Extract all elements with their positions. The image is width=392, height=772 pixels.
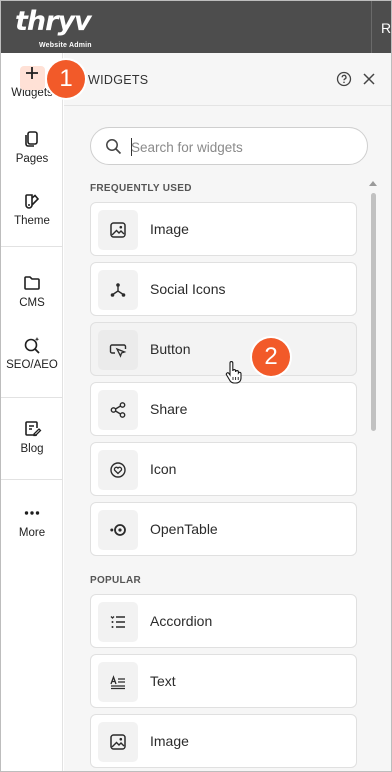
widget-icon-box bbox=[98, 510, 138, 550]
widget-icon-box bbox=[98, 662, 138, 702]
widget-label: Button bbox=[150, 341, 191, 357]
rail-item-theme[interactable]: Theme bbox=[1, 191, 63, 227]
widget-icon-box bbox=[98, 210, 138, 250]
social-icons-icon bbox=[110, 283, 126, 297]
rail-item-blog[interactable]: Blog bbox=[1, 419, 63, 455]
header-divider bbox=[64, 105, 391, 106]
folder-icon bbox=[24, 276, 40, 290]
thryv-logo[interactable]: thryv Website Admin bbox=[15, 6, 95, 50]
section-label-popular: POPULAR bbox=[90, 575, 141, 586]
opentable-icon bbox=[110, 524, 126, 536]
hand-cursor-icon bbox=[225, 361, 242, 384]
widget-icon-box bbox=[98, 602, 138, 642]
close-icon[interactable] bbox=[361, 71, 377, 87]
widget-icon-box bbox=[98, 330, 138, 370]
logo-wordmark: thryv bbox=[15, 6, 92, 37]
widget-label: Image bbox=[150, 733, 189, 749]
rail-label-pages: Pages bbox=[15, 153, 49, 165]
widget-label: OpenTable bbox=[150, 521, 218, 537]
widget-social-icons[interactable]: Social Icons bbox=[90, 262, 357, 316]
rail-divider bbox=[1, 246, 63, 247]
widget-icon-box bbox=[98, 722, 138, 762]
step-badge-2: 2 bbox=[252, 338, 290, 376]
seo-icon bbox=[24, 337, 40, 354]
widget-accordion[interactable]: Accordion bbox=[90, 594, 357, 648]
widget-label: Social Icons bbox=[150, 281, 226, 297]
rail-divider bbox=[1, 479, 63, 480]
section-label-frequently-used: FREQUENTLY USED bbox=[90, 183, 192, 194]
widget-label: Share bbox=[150, 401, 188, 417]
rail-label-seo: SEO/AEO bbox=[6, 359, 58, 371]
widget-image[interactable]: Image bbox=[90, 714, 357, 768]
app-window: thryv Website Admin Ro Widgets Pages bbox=[0, 0, 392, 772]
search-box[interactable] bbox=[90, 127, 368, 165]
widgets-panel: WIDGETS FREQUENTLY USED bbox=[64, 53, 391, 771]
image-icon bbox=[110, 222, 126, 238]
widget-text[interactable]: Text bbox=[90, 654, 357, 708]
blog-icon bbox=[25, 421, 42, 437]
top-bar: thryv Website Admin Ro bbox=[1, 1, 391, 53]
widget-icon-box bbox=[98, 390, 138, 430]
step-badge-1: 1 bbox=[47, 60, 85, 98]
theme-icon bbox=[25, 194, 40, 209]
left-rail: Widgets Pages Theme CMS SEO/AEO Blog Mor… bbox=[1, 53, 63, 771]
rail-item-seo[interactable]: SEO/AEO bbox=[1, 335, 63, 371]
panel-title: WIDGETS bbox=[88, 73, 149, 87]
search-input[interactable] bbox=[131, 135, 351, 159]
widget-icon[interactable]: Icon bbox=[90, 442, 357, 496]
widget-button[interactable]: Button bbox=[90, 322, 357, 376]
widget-label: Accordion bbox=[150, 613, 213, 629]
widget-icon-box bbox=[98, 270, 138, 310]
heart-circle-icon bbox=[110, 462, 126, 478]
text-caret bbox=[131, 138, 132, 156]
button-icon bbox=[109, 344, 127, 358]
rail-label-cms: CMS bbox=[19, 297, 45, 309]
more-icon bbox=[24, 511, 40, 515]
widget-label: Image bbox=[150, 221, 189, 237]
rail-label-blog: Blog bbox=[20, 443, 44, 455]
accordion-icon bbox=[110, 616, 125, 628]
rail-item-pages[interactable]: Pages bbox=[1, 129, 63, 165]
widget-icon-box bbox=[98, 450, 138, 490]
plus-icon bbox=[26, 67, 38, 79]
widget-opentable[interactable]: OpenTable bbox=[90, 502, 357, 556]
pages-icon bbox=[25, 131, 38, 147]
panel-header: WIDGETS bbox=[64, 53, 391, 105]
rail-label-theme: Theme bbox=[14, 215, 50, 227]
image-icon bbox=[110, 734, 126, 750]
widget-label: Text bbox=[150, 673, 176, 689]
rail-item-cms[interactable]: CMS bbox=[1, 273, 63, 309]
rail-divider bbox=[1, 397, 63, 398]
top-bar-right-text[interactable]: Ro bbox=[381, 20, 391, 36]
rail-item-more[interactable]: More bbox=[1, 503, 63, 539]
help-icon[interactable] bbox=[336, 71, 352, 87]
widget-share[interactable]: Share bbox=[90, 382, 357, 436]
widget-image[interactable]: Image bbox=[90, 202, 357, 256]
scrollbar-thumb[interactable] bbox=[371, 193, 376, 431]
top-bar-divider bbox=[371, 1, 372, 53]
rail-label-more: More bbox=[18, 527, 46, 539]
search-icon bbox=[106, 139, 122, 155]
share-icon bbox=[110, 402, 126, 418]
text-icon bbox=[110, 675, 125, 690]
scroll-up-arrow[interactable] bbox=[369, 181, 377, 186]
widget-label: Icon bbox=[150, 461, 177, 477]
logo-subtitle: Website Admin bbox=[39, 42, 92, 49]
